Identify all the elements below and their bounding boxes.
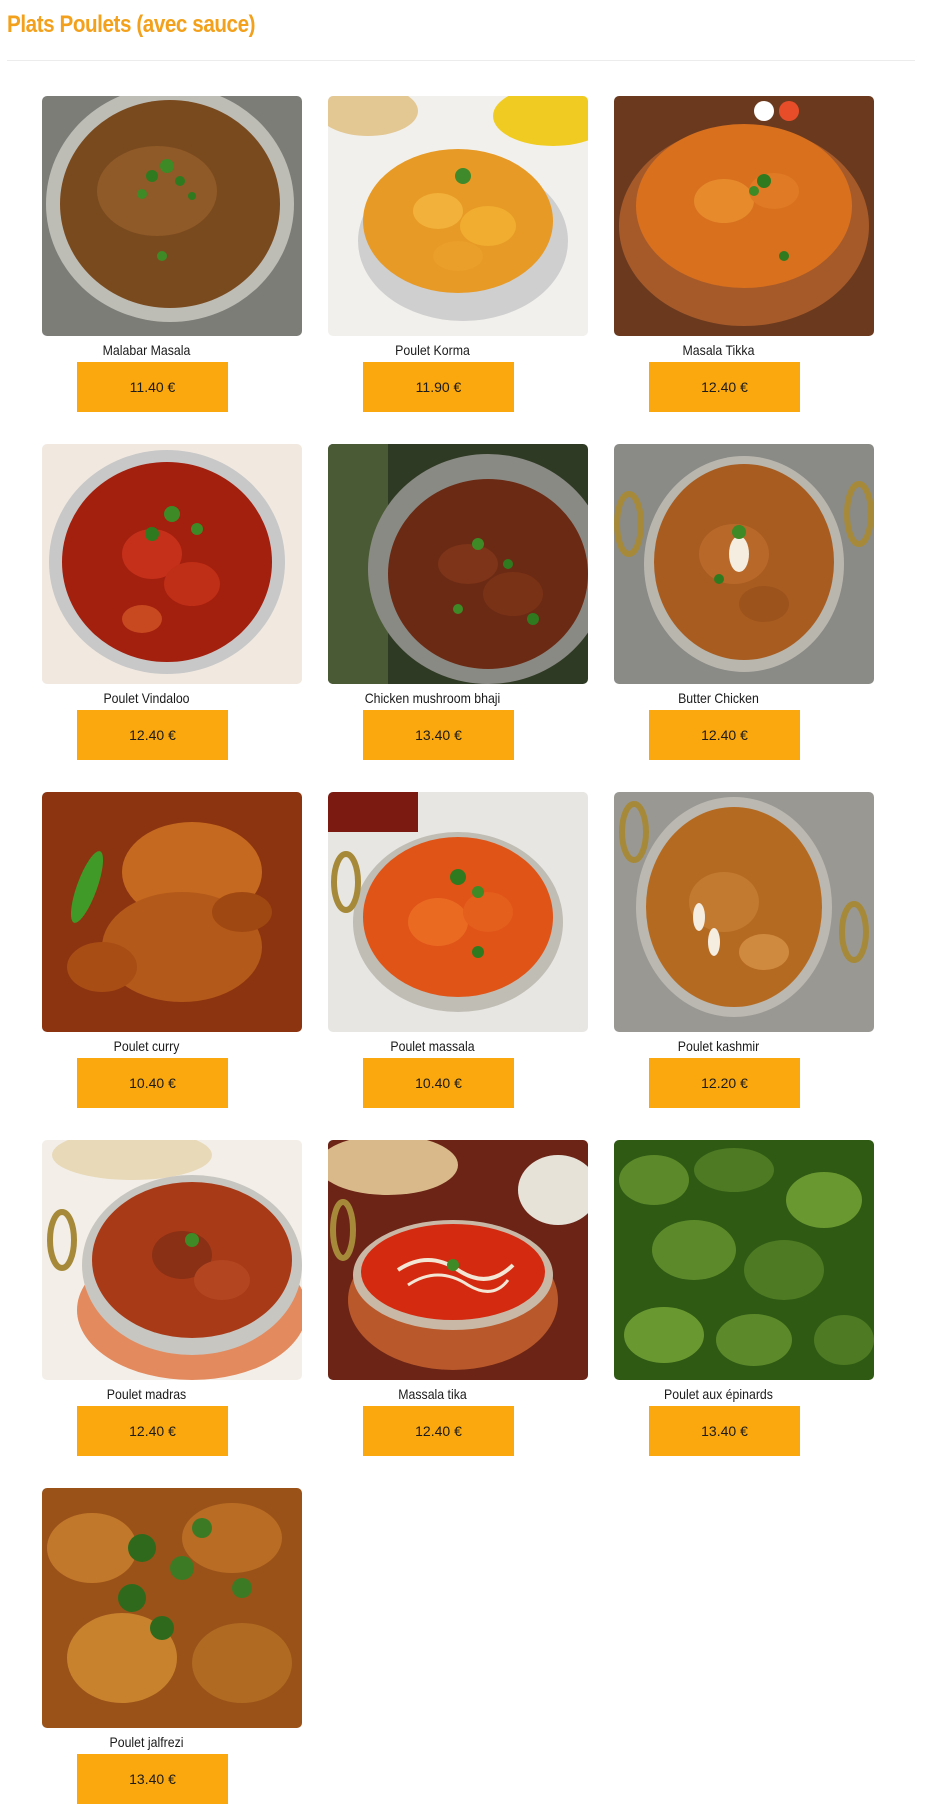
price-button[interactable]: 12.40 € [77,710,228,760]
dish-card: Poulet madras 12.40 € [42,1140,302,1456]
dish-photo[interactable] [328,792,588,1032]
butter-chicken-bowl-image [614,444,874,684]
dish-name: Poulet Vindaloo [103,690,190,706]
dish-photo[interactable] [614,1140,874,1380]
dish-photo[interactable] [42,96,302,336]
dish-card: Poulet kashmir 12.20 € [614,792,874,1108]
massala-bowl-image [328,792,588,1032]
jalfrezi-closeup-image [42,1488,302,1728]
dish-name: Poulet jalfrezi [109,1734,184,1750]
dish-card: Poulet jalfrezi 13.40 € [42,1488,302,1804]
dish-photo[interactable] [42,792,302,1032]
korma-bowl-image [328,96,588,336]
title-divider [7,60,915,61]
dish-card: Poulet Korma 11.90 € [328,96,588,412]
vindaloo-bowl-image [42,444,302,684]
dish-name: Butter Chicken [678,690,759,706]
dish-photo[interactable] [42,1140,302,1380]
dish-photo[interactable] [614,444,874,684]
price-button[interactable]: 13.40 € [649,1406,800,1456]
price-button[interactable]: 13.40 € [363,710,514,760]
chicken-curry-closeup-image [42,792,302,1032]
price-button[interactable]: 10.40 € [363,1058,514,1108]
dish-card: Massala tika 12.40 € [328,1140,588,1456]
dish-photo[interactable] [328,96,588,336]
dish-name: Poulet kashmir [677,1038,760,1054]
spinach-chicken-image [614,1140,874,1380]
dish-photo[interactable] [614,792,874,1032]
price-button[interactable]: 10.40 € [77,1058,228,1108]
kashmir-bowl-image [614,792,874,1032]
dish-grid: Malabar Masala 11.40 € Poulet Korma 11.9… [42,96,882,1804]
dish-card: Poulet curry 10.40 € [42,792,302,1108]
price-button[interactable]: 11.90 € [363,362,514,412]
dish-card: Chicken mushroom bhaji 13.40 € [328,444,588,760]
dish-name: Poulet madras [106,1386,187,1402]
dish-card: Poulet aux épinards 13.40 € [614,1140,874,1456]
dish-photo[interactable] [614,96,874,336]
madras-copper-bowl-image [42,1140,302,1380]
price-button[interactable]: 11.40 € [77,362,228,412]
dish-name: Massala tika [398,1386,467,1402]
brown-curry-bowl-image [42,96,302,336]
dish-name: Masala Tikka [682,342,755,358]
dish-name: Chicken mushroom bhaji [364,690,501,706]
mushroom-bhaji-bowl-image [328,444,588,684]
price-button[interactable]: 13.40 € [77,1754,228,1804]
dish-card: Malabar Masala 11.40 € [42,96,302,412]
dish-photo[interactable] [328,1140,588,1380]
page-title: Plats Poulets (avec sauce) [7,11,256,38]
dish-photo[interactable] [42,1488,302,1728]
tika-cream-bowl-image [328,1140,588,1380]
dish-photo[interactable] [42,444,302,684]
dish-card: Poulet Vindaloo 12.40 € [42,444,302,760]
price-button[interactable]: 12.40 € [77,1406,228,1456]
price-button[interactable]: 12.40 € [649,362,800,412]
dish-photo[interactable] [328,444,588,684]
dish-card: Butter Chicken 12.40 € [614,444,874,760]
dish-name: Malabar Masala [102,342,191,358]
price-button[interactable]: 12.40 € [649,710,800,760]
dish-name: Poulet massala [390,1038,475,1054]
dish-name: Poulet curry [113,1038,180,1054]
price-button[interactable]: 12.40 € [363,1406,514,1456]
tikka-copper-bowl-image [614,96,874,336]
price-button[interactable]: 12.20 € [649,1058,800,1108]
dish-name: Poulet Korma [395,342,470,358]
dish-name: Poulet aux épinards [664,1386,773,1402]
dish-card: Poulet massala 10.40 € [328,792,588,1108]
dish-card: Masala Tikka 12.40 € [614,96,874,412]
